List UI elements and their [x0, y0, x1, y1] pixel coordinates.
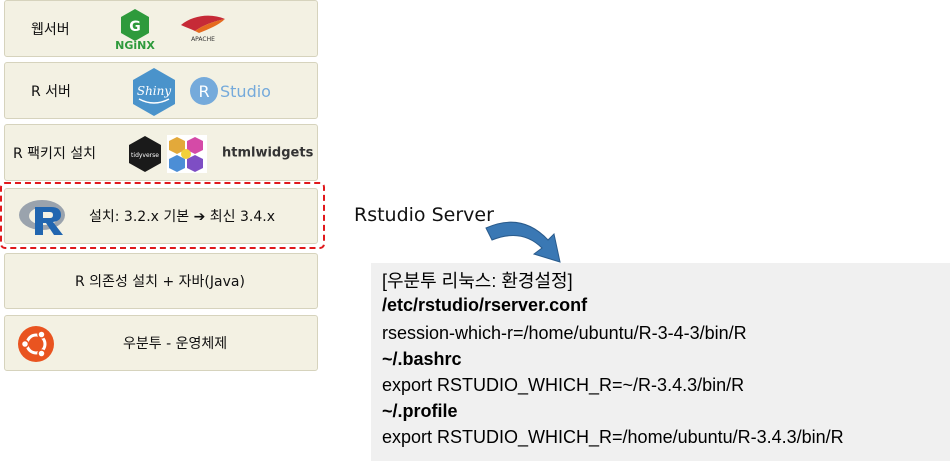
svg-text:tidyverse: tidyverse: [131, 152, 159, 159]
highlight-box: [0, 182, 325, 249]
layer-r-packages: R 팩키지 설치 tidyverse htmlwidgets: [4, 124, 318, 181]
layer-label: 우분투 - 운영체제: [123, 336, 228, 352]
config-line: ~/.bashrc: [382, 349, 462, 369]
config-line: rsession-which-r=/home/ubuntu/R-3-4-3/bi…: [382, 323, 747, 343]
svg-text:Shiny: Shiny: [137, 84, 172, 98]
nginx-logo: G NGiNX: [115, 9, 155, 51]
layer-r-dependencies: R 의존성 설치 + 자바(Java): [4, 253, 318, 309]
layer-label: R 의존성 설치 + 자바(Java): [75, 274, 245, 290]
layer-label: R 서버: [31, 83, 71, 100]
config-line: export RSTUDIO_WHICH_R=~/R-3.4.3/bin/R: [382, 375, 745, 395]
hex-sticker-collage: [167, 135, 207, 173]
svg-text:G: G: [129, 19, 141, 35]
config-line: ~/.profile: [382, 401, 458, 421]
layer-label: 웹서버: [31, 21, 70, 38]
tidyverse-hex: tidyverse: [129, 136, 161, 172]
svg-text:APACHE: APACHE: [191, 36, 215, 43]
layer-r-server: R 서버 Shiny R Studio: [4, 62, 318, 119]
shiny-logo: Shiny: [133, 68, 175, 116]
ubuntu-logo: [18, 326, 54, 362]
layer-ubuntu: 우분투 - 운영체제: [4, 315, 318, 371]
config-line: export RSTUDIO_WHICH_R=/home/ubuntu/R-3.…: [382, 427, 844, 447]
svg-text:NGiNX: NGiNX: [115, 39, 155, 51]
svg-text:R: R: [198, 82, 209, 101]
htmlwidgets-logo: htmlwidgets: [222, 145, 314, 160]
config-line: /etc/rstudio/rserver.conf: [382, 295, 588, 315]
svg-text:Studio: Studio: [220, 82, 271, 101]
rstudio-server-title: Rstudio Server: [354, 204, 494, 226]
apache-feather-logo: APACHE: [181, 15, 225, 43]
layer-web-server: 웹서버 G NGiNX APACHE: [4, 0, 318, 57]
config-box: [우분투 리눅스: 환경설정] /etc/rstudio/rserver.con…: [371, 263, 950, 461]
config-heading: [우분투 리눅스: 환경설정]: [382, 271, 573, 291]
curved-arrow-icon: [485, 221, 561, 263]
rstudio-logo: R Studio: [190, 77, 271, 105]
layer-label: R 팩키지 설치: [13, 145, 97, 162]
